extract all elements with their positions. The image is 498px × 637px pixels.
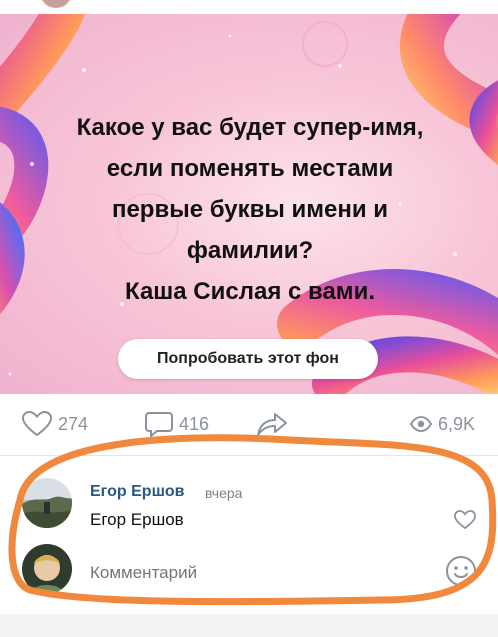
comment-icon bbox=[145, 412, 173, 437]
comments-section: Егор Ершов вчера Егор Ершов bbox=[0, 456, 498, 616]
emoji-icon[interactable] bbox=[445, 555, 477, 587]
previous-avatar bbox=[40, 0, 72, 8]
post-card: Какое у вас будет супер-имя, если поменя… bbox=[0, 14, 498, 394]
try-background-button[interactable]: Попробовать этот фон bbox=[118, 339, 378, 379]
card-line: если поменять местами bbox=[106, 155, 394, 182]
card-line: Какое у вас будет супер-имя, bbox=[76, 114, 424, 141]
post-actions: 274 416 6,9K bbox=[0, 394, 498, 454]
card-text: Какое у вас будет супер-имя, если поменя… bbox=[30, 107, 470, 312]
user-avatar bbox=[22, 544, 72, 594]
comment-text: Егор Ершов bbox=[90, 510, 184, 529]
avatar-photo bbox=[22, 478, 72, 528]
comments-count: 416 bbox=[179, 413, 210, 434]
comment-avatar[interactable] bbox=[22, 478, 72, 528]
comment-time: вчера bbox=[205, 485, 243, 501]
comments-button[interactable]: 416 bbox=[145, 412, 210, 437]
share-button[interactable] bbox=[256, 412, 288, 436]
comment-author[interactable]: Егор Ершов bbox=[90, 483, 185, 501]
top-strip bbox=[0, 0, 498, 14]
bottom-spacer bbox=[0, 614, 498, 637]
card-line: первые буквы имени и bbox=[111, 196, 389, 223]
card-line: фамилии? bbox=[186, 237, 314, 264]
card-line: Каша Сислая с вами. bbox=[125, 278, 375, 305]
eye-icon bbox=[410, 416, 432, 432]
like-button[interactable]: 274 bbox=[22, 411, 89, 437]
heart-icon bbox=[22, 411, 52, 437]
views: 6,9K bbox=[410, 412, 475, 436]
avatar-photo bbox=[22, 544, 72, 594]
comment-like-icon[interactable] bbox=[454, 510, 476, 530]
comment-input[interactable] bbox=[88, 557, 432, 589]
views-count: 6,9K bbox=[438, 413, 476, 434]
likes-count: 274 bbox=[58, 413, 89, 434]
share-icon bbox=[257, 413, 287, 436]
